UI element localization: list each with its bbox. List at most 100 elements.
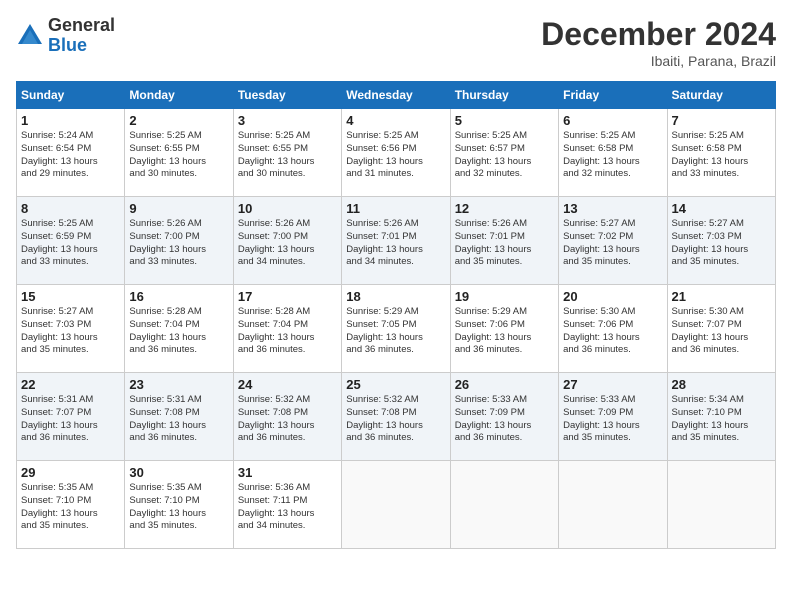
calendar-cell: 4 Sunrise: 5:25 AM Sunset: 6:56 PM Daylig… (342, 109, 450, 197)
day-detail: Sunrise: 5:28 AM Sunset: 7:04 PM Dayligh… (238, 306, 337, 357)
day-detail: Sunrise: 5:25 AM Sunset: 6:55 PM Dayligh… (129, 130, 228, 181)
calendar-cell: 3 Sunrise: 5:25 AM Sunset: 6:55 PM Daylig… (233, 109, 341, 197)
day-number: 4 (346, 113, 445, 128)
day-number: 30 (129, 465, 228, 480)
page-header: General Blue December 2024 Ibaiti, Paran… (16, 16, 776, 69)
location: Ibaiti, Parana, Brazil (541, 53, 776, 69)
day-detail: Sunrise: 5:27 AM Sunset: 7:02 PM Dayligh… (563, 218, 662, 269)
day-detail: Sunrise: 5:28 AM Sunset: 7:04 PM Dayligh… (129, 306, 228, 357)
day-number: 26 (455, 377, 554, 392)
calendar-cell: 13 Sunrise: 5:27 AM Sunset: 7:02 PM Dayli… (559, 197, 667, 285)
day-number: 31 (238, 465, 337, 480)
day-number: 12 (455, 201, 554, 216)
col-thursday: Thursday (450, 82, 558, 109)
day-detail: Sunrise: 5:29 AM Sunset: 7:05 PM Dayligh… (346, 306, 445, 357)
day-detail: Sunrise: 5:31 AM Sunset: 7:08 PM Dayligh… (129, 394, 228, 445)
day-number: 28 (672, 377, 771, 392)
calendar-cell: 18 Sunrise: 5:29 AM Sunset: 7:05 PM Dayli… (342, 285, 450, 373)
calendar-row: 22 Sunrise: 5:31 AM Sunset: 7:07 PM Dayli… (17, 373, 776, 461)
header-row: Sunday Monday Tuesday Wednesday Thursday… (17, 82, 776, 109)
day-number: 25 (346, 377, 445, 392)
day-detail: Sunrise: 5:26 AM Sunset: 7:00 PM Dayligh… (129, 218, 228, 269)
calendar-cell: 2 Sunrise: 5:25 AM Sunset: 6:55 PM Daylig… (125, 109, 233, 197)
calendar-table: Sunday Monday Tuesday Wednesday Thursday… (16, 81, 776, 549)
month-title: December 2024 (541, 16, 776, 53)
calendar-cell (559, 461, 667, 549)
day-detail: Sunrise: 5:25 AM Sunset: 6:58 PM Dayligh… (563, 130, 662, 181)
day-number: 14 (672, 201, 771, 216)
day-number: 15 (21, 289, 120, 304)
day-detail: Sunrise: 5:36 AM Sunset: 7:11 PM Dayligh… (238, 482, 337, 533)
calendar-cell: 26Sunrise: 5:33 AM Sunset: 7:09 PM Dayli… (450, 373, 558, 461)
calendar-cell: 22 Sunrise: 5:31 AM Sunset: 7:07 PM Dayli… (17, 373, 125, 461)
day-number: 22 (21, 377, 120, 392)
day-detail: Sunrise: 5:29 AM Sunset: 7:06 PM Dayligh… (455, 306, 554, 357)
col-friday: Friday (559, 82, 667, 109)
day-detail: Sunrise: 5:31 AM Sunset: 7:07 PM Dayligh… (21, 394, 120, 445)
calendar-cell: 20 Sunrise: 5:30 AM Sunset: 7:06 PM Dayli… (559, 285, 667, 373)
title-block: December 2024 Ibaiti, Parana, Brazil (541, 16, 776, 69)
day-detail: Sunrise: 5:24 AM Sunset: 6:54 PM Dayligh… (21, 130, 120, 181)
day-number: 23 (129, 377, 228, 392)
day-number: 7 (672, 113, 771, 128)
logo: General Blue (16, 16, 115, 56)
calendar-cell (342, 461, 450, 549)
day-number: 3 (238, 113, 337, 128)
day-detail: Sunrise: 5:25 AM Sunset: 6:56 PM Dayligh… (346, 130, 445, 181)
calendar-cell: 1 Sunrise: 5:24 AM Sunset: 6:54 PM Daylig… (17, 109, 125, 197)
day-detail: Sunrise: 5:30 AM Sunset: 7:07 PM Dayligh… (672, 306, 771, 357)
day-number: 10 (238, 201, 337, 216)
day-number: 1 (21, 113, 120, 128)
day-number: 2 (129, 113, 228, 128)
calendar-cell: 17 Sunrise: 5:28 AM Sunset: 7:04 PM Dayli… (233, 285, 341, 373)
calendar-cell: 11Sunrise: 5:26 AM Sunset: 7:01 PM Dayli… (342, 197, 450, 285)
day-number: 24 (238, 377, 337, 392)
day-detail: Sunrise: 5:34 AM Sunset: 7:10 PM Dayligh… (672, 394, 771, 445)
calendar-cell: 5Sunrise: 5:25 AM Sunset: 6:57 PM Daylig… (450, 109, 558, 197)
day-detail: Sunrise: 5:30 AM Sunset: 7:06 PM Dayligh… (563, 306, 662, 357)
day-detail: Sunrise: 5:32 AM Sunset: 7:08 PM Dayligh… (238, 394, 337, 445)
col-monday: Monday (125, 82, 233, 109)
calendar-cell: 8 Sunrise: 5:25 AM Sunset: 6:59 PM Daylig… (17, 197, 125, 285)
calendar-cell (450, 461, 558, 549)
calendar-cell: 15Sunrise: 5:27 AM Sunset: 7:03 PM Dayli… (17, 285, 125, 373)
calendar-cell: 28 Sunrise: 5:34 AM Sunset: 7:10 PM Dayli… (667, 373, 775, 461)
calendar-cell: 19 Sunrise: 5:29 AM Sunset: 7:06 PM Dayli… (450, 285, 558, 373)
day-detail: Sunrise: 5:27 AM Sunset: 7:03 PM Dayligh… (672, 218, 771, 269)
day-detail: Sunrise: 5:33 AM Sunset: 7:09 PM Dayligh… (563, 394, 662, 445)
day-number: 16 (129, 289, 228, 304)
day-number: 21 (672, 289, 771, 304)
day-detail: Sunrise: 5:25 AM Sunset: 6:55 PM Dayligh… (238, 130, 337, 181)
calendar-cell: 31 Sunrise: 5:36 AM Sunset: 7:11 PM Dayli… (233, 461, 341, 549)
day-number: 29 (21, 465, 120, 480)
calendar-cell: 16 Sunrise: 5:28 AM Sunset: 7:04 PM Dayli… (125, 285, 233, 373)
day-number: 6 (563, 113, 662, 128)
day-number: 17 (238, 289, 337, 304)
calendar-header: Sunday Monday Tuesday Wednesday Thursday… (17, 82, 776, 109)
calendar-cell (667, 461, 775, 549)
calendar-row: 15Sunrise: 5:27 AM Sunset: 7:03 PM Dayli… (17, 285, 776, 373)
calendar-cell: 9Sunrise: 5:26 AM Sunset: 7:00 PM Daylig… (125, 197, 233, 285)
calendar-row: 29 Sunrise: 5:35 AM Sunset: 7:10 PM Dayli… (17, 461, 776, 549)
day-number: 13 (563, 201, 662, 216)
day-detail: Sunrise: 5:25 AM Sunset: 6:58 PM Dayligh… (672, 130, 771, 181)
calendar-cell: 7 Sunrise: 5:25 AM Sunset: 6:58 PM Daylig… (667, 109, 775, 197)
calendar-cell: 14 Sunrise: 5:27 AM Sunset: 7:03 PM Dayli… (667, 197, 775, 285)
calendar-body: 1 Sunrise: 5:24 AM Sunset: 6:54 PM Daylig… (17, 109, 776, 549)
col-tuesday: Tuesday (233, 82, 341, 109)
col-saturday: Saturday (667, 82, 775, 109)
day-number: 19 (455, 289, 554, 304)
day-detail: Sunrise: 5:25 AM Sunset: 6:59 PM Dayligh… (21, 218, 120, 269)
col-sunday: Sunday (17, 82, 125, 109)
day-number: 8 (21, 201, 120, 216)
day-number: 20 (563, 289, 662, 304)
day-detail: Sunrise: 5:26 AM Sunset: 7:00 PM Dayligh… (238, 218, 337, 269)
calendar-cell: 6 Sunrise: 5:25 AM Sunset: 6:58 PM Daylig… (559, 109, 667, 197)
day-number: 5 (455, 113, 554, 128)
col-wednesday: Wednesday (342, 82, 450, 109)
calendar-row: 8 Sunrise: 5:25 AM Sunset: 6:59 PM Daylig… (17, 197, 776, 285)
calendar-cell: 24 Sunrise: 5:32 AM Sunset: 7:08 PM Dayli… (233, 373, 341, 461)
calendar-cell: 10 Sunrise: 5:26 AM Sunset: 7:00 PM Dayli… (233, 197, 341, 285)
day-detail: Sunrise: 5:35 AM Sunset: 7:10 PM Dayligh… (129, 482, 228, 533)
day-number: 18 (346, 289, 445, 304)
